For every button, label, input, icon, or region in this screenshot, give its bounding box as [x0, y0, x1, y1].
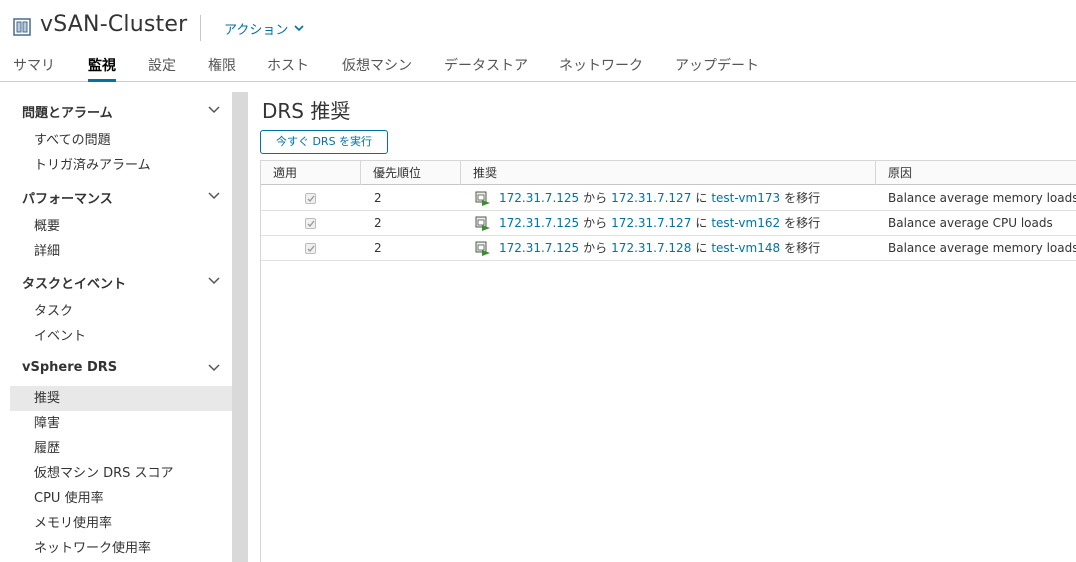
chevron-down-icon[interactable] — [208, 364, 220, 372]
action-text: を移行 — [784, 241, 821, 255]
vm-link[interactable]: test-vm173 — [711, 186, 780, 211]
sidebar-item-all-issues[interactable]: すべての問題 — [10, 128, 232, 153]
vm-link[interactable]: test-vm162 — [711, 211, 780, 236]
from-text: から — [583, 241, 608, 255]
recommendation-cell: 172.31.7.125 から 172.31.7.128 に test-vm14… — [475, 236, 820, 261]
reason-cell: Balance average memory loads — [888, 191, 1076, 205]
priority-cell: 2 — [374, 191, 382, 205]
checkbox-checked-icon[interactable] — [305, 218, 316, 229]
migrate-vm-icon — [475, 241, 490, 256]
sidebar-item-recommendations[interactable]: 推奨 — [10, 386, 232, 411]
column-header-apply[interactable]: 適用 — [261, 161, 360, 185]
sidebar-item-history[interactable]: 履歴 — [10, 436, 232, 461]
recommendations-grid: 適用 優先順位 推奨 原因 2 172.31.7.125 から 172.31.7… — [260, 160, 1076, 562]
chevron-down-icon[interactable] — [208, 192, 220, 200]
source-host-link[interactable]: 172.31.7.125 — [499, 211, 579, 236]
sidebar-group-tasks-events[interactable]: タスクとイベント — [22, 273, 232, 292]
target-host-link[interactable]: 172.31.7.128 — [611, 236, 691, 261]
tab-networks[interactable]: ネットワーク — [559, 55, 643, 82]
sidebar-item-network-utilization[interactable]: ネットワーク使用率 — [10, 536, 232, 561]
action-text: を移行 — [784, 216, 821, 230]
checkbox-checked-icon[interactable] — [305, 193, 316, 204]
from-text: から — [583, 216, 608, 230]
sidebar-item-faults[interactable]: 障害 — [10, 411, 232, 436]
vm-link[interactable]: test-vm148 — [711, 236, 780, 261]
table-row[interactable]: 2 172.31.7.125 から 172.31.7.127 に test-vm… — [261, 211, 1076, 236]
from-text: から — [583, 191, 608, 205]
priority-cell: 2 — [374, 216, 382, 230]
source-host-link[interactable]: 172.31.7.125 — [499, 186, 579, 211]
grid-header: 適用 優先順位 推奨 原因 — [261, 161, 1076, 185]
sidebar-group-vsphere-drs[interactable]: vSphere DRS — [22, 360, 232, 375]
table-row[interactable]: 2 172.31.7.125 から 172.31.7.128 に test-vm… — [261, 236, 1076, 261]
target-host-link[interactable]: 172.31.7.127 — [611, 211, 691, 236]
checkbox-checked-icon[interactable] — [305, 243, 316, 254]
tab-monitor[interactable]: 監視 — [88, 55, 116, 82]
sidebar-item-events[interactable]: イベント — [10, 324, 232, 349]
action-text: を移行 — [784, 191, 821, 205]
tab-configure[interactable]: 設定 — [148, 55, 176, 82]
sidebar-item-vm-drs-score[interactable]: 仮想マシン DRS スコア — [10, 461, 232, 486]
column-header-reason[interactable]: 原因 — [876, 161, 1076, 185]
object-header: vSAN-Cluster アクション — [0, 0, 1076, 52]
actions-label: アクション — [224, 23, 289, 38]
page-title: vSAN-Cluster — [40, 12, 188, 37]
sidebar-item-tasks[interactable]: タスク — [10, 299, 232, 324]
sidebar-group-issues[interactable]: 問題とアラーム — [22, 102, 232, 121]
sidebar-item-triggered-alarms[interactable]: トリガ済みアラーム — [10, 153, 232, 178]
tab-summary[interactable]: サマリ — [13, 55, 55, 82]
to-text: に — [695, 241, 708, 255]
sidebar-group-performance[interactable]: パフォーマンス — [22, 188, 232, 207]
sidebar-group-label: vSphere DRS — [22, 360, 118, 375]
chevron-down-icon[interactable] — [208, 277, 220, 285]
sidebar-item-memory-utilization[interactable]: メモリ使用率 — [10, 511, 232, 536]
sidebar-group-label: パフォーマンス — [22, 192, 113, 207]
tab-hosts[interactable]: ホスト — [267, 55, 309, 82]
sidebar-item-overview[interactable]: 概要 — [10, 214, 232, 239]
target-host-link[interactable]: 172.31.7.127 — [611, 186, 691, 211]
recommendation-cell: 172.31.7.125 から 172.31.7.127 に test-vm17… — [475, 186, 820, 211]
sidebar-group-label: 問題とアラーム — [22, 106, 113, 121]
recommendation-cell: 172.31.7.125 から 172.31.7.127 に test-vm16… — [475, 211, 820, 236]
priority-cell: 2 — [374, 241, 382, 255]
source-host-link[interactable]: 172.31.7.125 — [499, 236, 579, 261]
chevron-down-icon[interactable] — [208, 106, 220, 114]
column-header-priority[interactable]: 優先順位 — [361, 161, 460, 185]
object-tabs: サマリ 監視 設定 権限 ホスト 仮想マシン データストア ネットワーク アップ… — [0, 52, 1076, 82]
section-title: DRS 推奨 — [262, 99, 351, 123]
reason-cell: Balance average CPU loads — [888, 216, 1053, 230]
sidebar-item-advanced[interactable]: 詳細 — [10, 239, 232, 264]
migrate-vm-icon — [475, 191, 490, 206]
tab-permissions[interactable]: 権限 — [208, 55, 236, 82]
actions-menu[interactable]: アクション — [224, 19, 304, 38]
reason-cell: Balance average memory loads — [888, 241, 1076, 255]
tab-updates[interactable]: アップデート — [675, 55, 759, 82]
chevron-down-icon — [294, 25, 304, 32]
monitor-sidebar: 問題とアラーム すべての問題 トリガ済みアラーム パフォーマンス 概要 詳細 タ… — [0, 92, 232, 562]
sidebar-item-cpu-utilization[interactable]: CPU 使用率 — [10, 486, 232, 511]
to-text: に — [695, 191, 708, 205]
tab-vms[interactable]: 仮想マシン — [342, 55, 412, 82]
to-text: に — [695, 216, 708, 230]
cluster-icon — [13, 18, 31, 36]
header-divider — [200, 15, 201, 41]
migrate-vm-icon — [475, 216, 490, 231]
tab-datastores[interactable]: データストア — [444, 55, 528, 82]
column-header-recommendation[interactable]: 推奨 — [461, 161, 875, 185]
sidebar-group-label: タスクとイベント — [22, 277, 127, 292]
run-drs-now-button[interactable]: 今すぐ DRS を実行 — [260, 130, 388, 154]
table-row[interactable]: 2 172.31.7.125 から 172.31.7.127 に test-vm… — [261, 186, 1076, 211]
sidebar-scrollbar[interactable] — [232, 92, 248, 562]
